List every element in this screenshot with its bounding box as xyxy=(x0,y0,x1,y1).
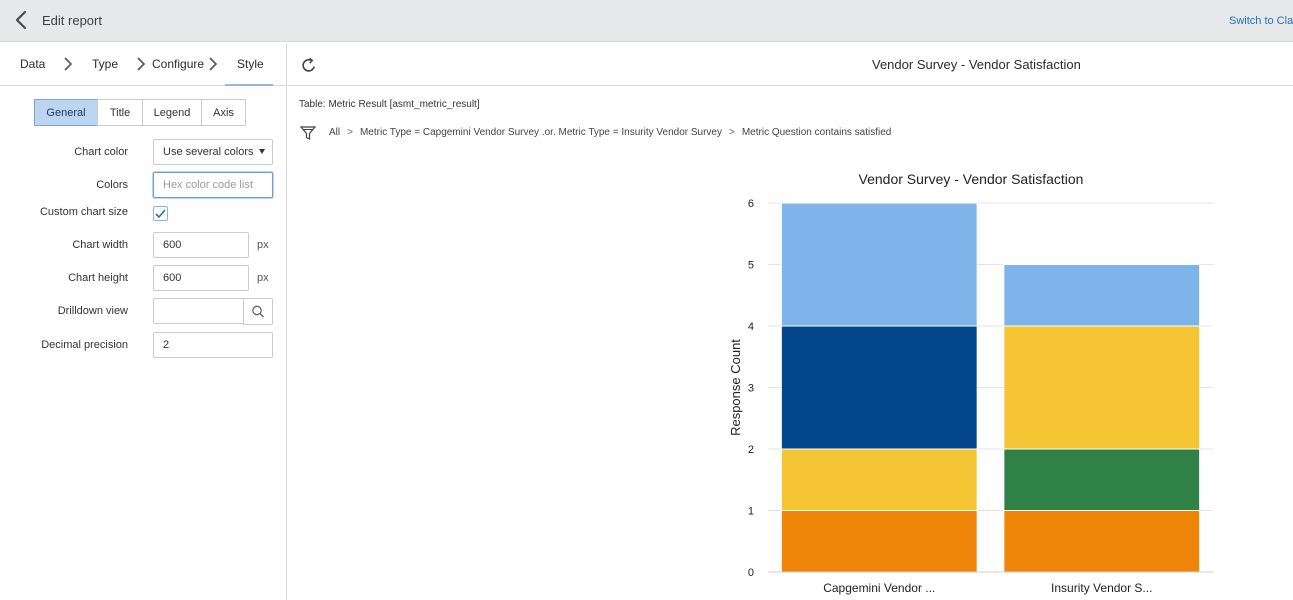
y-tick-label: 1 xyxy=(748,506,754,518)
config-panel: Data Type Configure Style General Title … xyxy=(0,43,287,600)
style-tabs: General Title Legend Axis xyxy=(34,99,246,126)
step-navigation: Data Type Configure Style xyxy=(0,43,286,86)
x-tick-label: Insurity Vendor S... xyxy=(1051,581,1152,595)
height-unit: px xyxy=(257,272,269,284)
back-arrow-icon[interactable] xyxy=(14,9,30,31)
page-title: Edit report xyxy=(42,13,102,28)
chevron-right-icon xyxy=(209,57,218,71)
chart-height-input[interactable]: 600 xyxy=(153,265,249,291)
drilldown-input[interactable] xyxy=(153,298,244,324)
chart-color-value: Use several colors xyxy=(163,146,254,158)
x-tick-label: Capgemini Vendor ... xyxy=(823,581,935,595)
bar-segment xyxy=(1003,325,1201,450)
preview-header: Vendor Survey - Vendor Satisfaction xyxy=(288,43,1293,86)
decimal-precision-label: Decimal precision xyxy=(41,339,128,351)
y-tick-label: 0 xyxy=(748,567,754,579)
y-tick-label: 3 xyxy=(748,383,754,395)
filter-metric-type[interactable]: Metric Type = Capgemini Vendor Survey .o… xyxy=(360,127,722,138)
step-data[interactable]: Data xyxy=(20,57,45,71)
drilldown-label: Drilldown view xyxy=(57,305,128,317)
bar-segment xyxy=(780,325,978,450)
chevron-right-icon xyxy=(137,57,146,71)
colors-placeholder: Hex color code list xyxy=(163,179,253,191)
dropdown-arrow-icon xyxy=(259,149,265,154)
tab-general[interactable]: General xyxy=(34,99,98,126)
chart-width-value: 600 xyxy=(163,239,182,251)
filter-metric-question[interactable]: Metric Question contains satisfied xyxy=(742,127,892,138)
bar-segment xyxy=(1003,510,1201,573)
checkmark-icon xyxy=(155,209,166,219)
active-step-indicator xyxy=(225,84,273,86)
decimal-precision-value: 2 xyxy=(163,339,170,351)
custom-size-checkbox[interactable] xyxy=(153,206,168,221)
filter-icon[interactable] xyxy=(300,125,316,141)
table-name: Table: Metric Result [asmt_metric_result… xyxy=(299,99,480,110)
y-tick-label: 2 xyxy=(748,444,754,456)
bar-segment xyxy=(780,510,978,573)
chevron-right-icon xyxy=(64,57,73,71)
drilldown-lookup-button[interactable] xyxy=(243,298,273,325)
y-tick-label: 5 xyxy=(748,260,754,272)
bar-segment xyxy=(1003,264,1201,327)
tab-axis[interactable]: Axis xyxy=(201,99,246,126)
chart-height-label: Chart height xyxy=(68,272,128,284)
breadcrumb-separator: > xyxy=(347,127,353,138)
tab-legend[interactable]: Legend xyxy=(142,99,202,126)
chart-color-select[interactable]: Use several colors xyxy=(153,139,273,165)
report-preview: Vendor Survey - Vendor Satisfaction Tabl… xyxy=(288,43,1293,600)
tab-title[interactable]: Title xyxy=(97,99,143,126)
bar-segment xyxy=(1003,448,1201,511)
search-icon xyxy=(252,305,264,318)
filter-all[interactable]: All xyxy=(329,127,340,138)
switch-to-classic-link[interactable]: Switch to Clas xyxy=(1229,15,1293,27)
y-tick-label: 6 xyxy=(748,198,754,210)
y-tick-label: 4 xyxy=(748,321,754,333)
chart-height-value: 600 xyxy=(163,272,182,284)
chart-title: Vendor Survey - Vendor Satisfaction xyxy=(859,171,1084,187)
report-title: Vendor Survey - Vendor Satisfaction xyxy=(872,57,1081,72)
step-style[interactable]: Style xyxy=(237,57,264,71)
step-type[interactable]: Type xyxy=(92,57,118,71)
refresh-icon[interactable] xyxy=(300,56,318,74)
bar-segment xyxy=(780,202,978,327)
colors-input[interactable]: Hex color code list xyxy=(153,172,273,198)
custom-size-label: Custom chart size xyxy=(39,206,128,218)
chart-width-label: Chart width xyxy=(72,239,128,251)
decimal-precision-input[interactable]: 2 xyxy=(153,332,273,358)
step-configure[interactable]: Configure xyxy=(152,57,204,71)
bar-segment xyxy=(780,448,978,511)
colors-label: Colors xyxy=(96,179,128,191)
width-unit: px xyxy=(257,239,269,251)
chart-color-label: Chart color xyxy=(74,146,128,158)
chart-width-input[interactable]: 600 xyxy=(153,232,249,258)
breadcrumb-separator: > xyxy=(729,127,735,138)
y-axis-label: Response Count xyxy=(728,339,743,436)
top-bar: Edit report Switch to Clas xyxy=(0,0,1293,42)
filter-breadcrumb: All > Metric Type = Capgemini Vendor Surve… xyxy=(329,127,891,138)
stacked-bar-chart: Vendor Survey - Vendor Satisfaction 0 1 2 3 4… xyxy=(728,171,1213,595)
